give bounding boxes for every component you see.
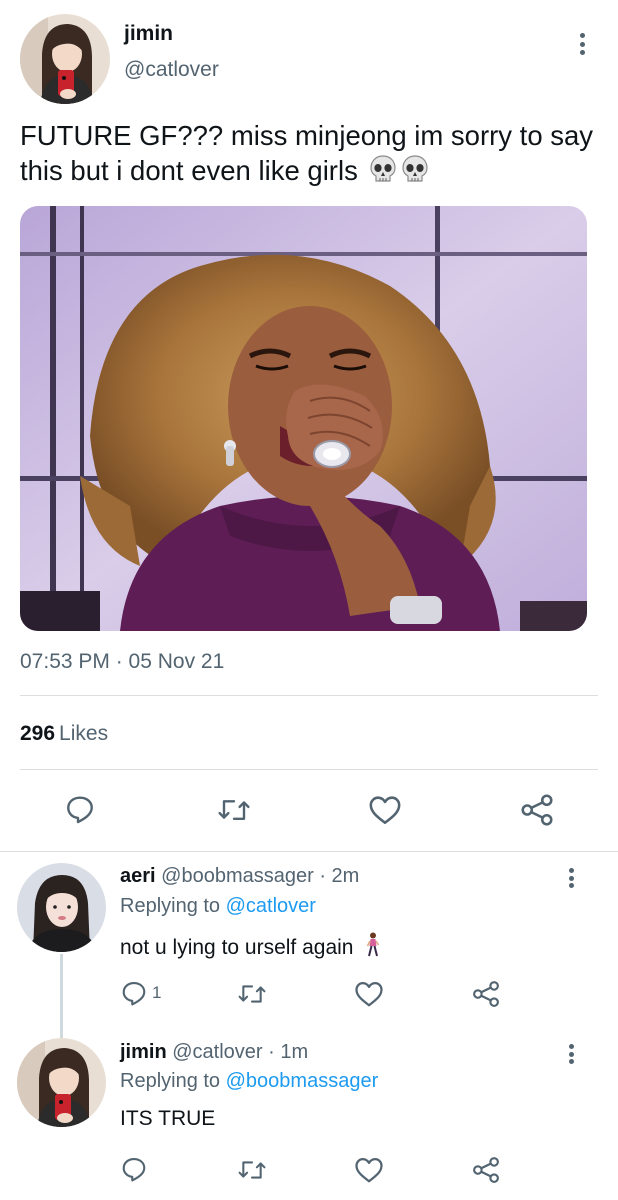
like-icon	[355, 1158, 383, 1183]
reply-text: not u lying to urself again	[120, 932, 381, 964]
retweet-button[interactable]	[236, 981, 268, 1007]
reply-header: aeri @boobmassager · 2m	[120, 865, 359, 888]
like-button[interactable]	[368, 794, 402, 826]
reply-button[interactable]: 1	[120, 979, 161, 1007]
replying-to: Replying to @boobmassager	[120, 1070, 378, 1093]
share-button[interactable]	[471, 1155, 501, 1185]
avatar[interactable]	[20, 14, 110, 104]
like-icon	[355, 982, 383, 1007]
separator	[0, 851, 618, 852]
avatar[interactable]	[17, 863, 106, 952]
skull-emoji	[369, 154, 397, 192]
share-icon	[473, 1157, 499, 1183]
woman-walking-emoji	[365, 932, 381, 964]
handle-time[interactable]: @catlover · 1m	[172, 1041, 308, 1063]
reply-count: 1	[152, 983, 162, 1002]
more-options-icon[interactable]	[561, 865, 581, 891]
avatar[interactable]	[17, 1038, 106, 1127]
tweet-text-content: FUTURE GF??? miss minjeong im sorry to s…	[20, 120, 594, 186]
share-icon	[473, 981, 499, 1007]
reply-icon	[67, 796, 93, 824]
replying-label: Replying to	[120, 1070, 221, 1092]
likes-count: 296	[20, 722, 56, 745]
tweet-timestamp[interactable]: 07:53 PM · 05 Nov 21	[20, 650, 224, 674]
replying-to: Replying to @catlover	[120, 895, 316, 918]
handle-time[interactable]: @boobmassager · 2m	[161, 865, 359, 887]
like-button[interactable]	[354, 1156, 384, 1184]
replying-to-link[interactable]: @boobmassager	[226, 1070, 379, 1092]
like-icon	[369, 796, 401, 825]
likes-label: Likes	[59, 722, 109, 745]
display-name[interactable]: aeri	[120, 865, 156, 887]
skull-emoji	[401, 154, 429, 192]
reply-text-content: not u lying to urself again	[120, 936, 354, 959]
share-icon	[521, 794, 553, 826]
reply-icon	[122, 982, 146, 1006]
user-handle[interactable]: @catlover	[124, 58, 219, 82]
replying-label: Replying to	[120, 895, 221, 917]
more-options-icon[interactable]	[572, 30, 592, 58]
replying-to-link[interactable]: @catlover	[226, 895, 316, 917]
tweet-media-image[interactable]	[20, 206, 587, 631]
divider	[20, 695, 598, 696]
share-button[interactable]	[519, 792, 555, 828]
display-name[interactable]: jimin	[124, 22, 173, 46]
retweet-button[interactable]	[216, 795, 252, 825]
reply-icon	[122, 1158, 146, 1182]
retweet-icon	[218, 800, 250, 820]
share-button[interactable]	[471, 979, 501, 1009]
likes-stat[interactable]: 296 Likes	[20, 722, 108, 746]
display-name[interactable]: jimin	[120, 1041, 167, 1063]
reply-text: ITS TRUE	[120, 1107, 216, 1130]
retweet-icon	[238, 985, 266, 1003]
reply-button[interactable]	[64, 793, 96, 825]
like-button[interactable]	[354, 980, 384, 1008]
retweet-button[interactable]	[236, 1157, 268, 1183]
more-options-icon[interactable]	[561, 1041, 581, 1067]
divider	[20, 769, 598, 770]
tweet-text: FUTURE GF??? miss minjeong im sorry to s…	[20, 118, 600, 192]
reply-button[interactable]	[120, 1155, 148, 1183]
thread-line	[60, 954, 63, 1038]
retweet-icon	[238, 1161, 266, 1179]
reply-header: jimin @catlover · 1m	[120, 1041, 308, 1064]
